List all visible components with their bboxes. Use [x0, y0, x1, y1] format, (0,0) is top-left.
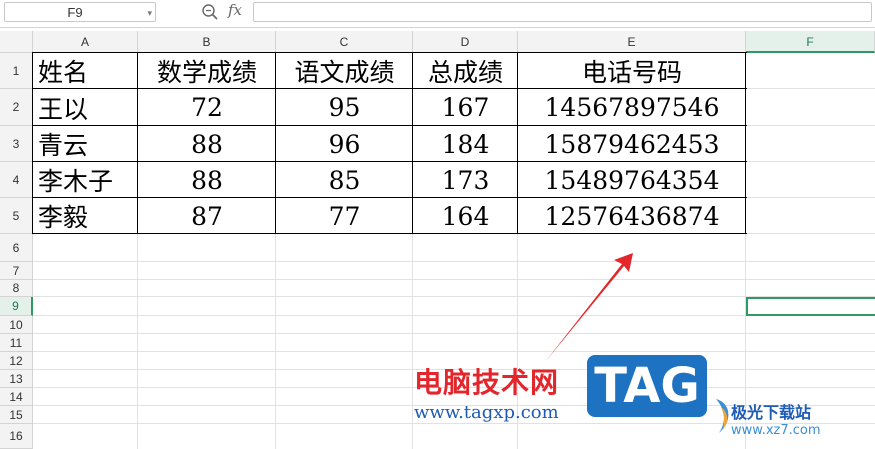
table-cell[interactable]: 95 — [276, 89, 413, 126]
table-cell[interactable]: 184 — [413, 126, 518, 162]
gridline — [33, 333, 875, 334]
row-header-13[interactable]: 13 — [0, 370, 33, 388]
logo-url: www.xz7.com — [731, 423, 821, 438]
table-border — [33, 161, 747, 162]
table-cell[interactable]: 72 — [138, 89, 276, 126]
chevron-down-icon[interactable]: ▾ — [147, 3, 152, 23]
row-header-11[interactable]: 11 — [0, 334, 33, 352]
gridline — [33, 261, 875, 262]
watermark-site-url: www.tagxp.com — [414, 402, 559, 423]
row-header-16[interactable]: 16 — [0, 424, 33, 449]
row-header-14[interactable]: 14 — [0, 388, 33, 406]
row-header-12[interactable]: 12 — [0, 352, 33, 370]
gridline — [33, 351, 875, 352]
row-header-4[interactable]: 4 — [0, 162, 33, 198]
column-header-d[interactable]: D — [413, 31, 518, 53]
select-all-corner[interactable] — [0, 31, 33, 53]
table-cell[interactable]: 王以 — [33, 89, 138, 126]
table-header-cell[interactable]: 语文成绩 — [276, 53, 413, 89]
row-header-3[interactable]: 3 — [0, 126, 33, 162]
row-header-7[interactable]: 7 — [0, 262, 33, 280]
table-cell[interactable]: 164 — [413, 198, 518, 234]
arrow-annotation — [545, 253, 633, 362]
table-cell[interactable]: 15879462453 — [518, 126, 746, 162]
table-border — [32, 52, 33, 234]
table-cell[interactable]: 14567897546 — [518, 89, 746, 126]
table-border — [275, 52, 276, 234]
table-border — [33, 52, 747, 53]
table-cell[interactable]: 李木子 — [33, 162, 138, 198]
row-header-8[interactable]: 8 — [0, 280, 33, 297]
selected-cell[interactable] — [746, 297, 875, 316]
column-header-b[interactable]: B — [138, 31, 276, 53]
tag-badge: TAG — [587, 355, 707, 417]
gridline — [33, 279, 875, 280]
table-border — [745, 52, 746, 234]
formula-input[interactable] — [253, 2, 872, 22]
table-header-cell[interactable]: 数学成绩 — [138, 53, 276, 89]
table-cell[interactable]: 88 — [138, 126, 276, 162]
column-header-f[interactable]: F — [746, 31, 875, 53]
row-header-6[interactable]: 6 — [0, 234, 33, 262]
table-border — [33, 88, 747, 89]
table-cell[interactable]: 15489764354 — [518, 162, 746, 198]
table-cell[interactable]: 96 — [276, 126, 413, 162]
table-border — [137, 52, 138, 234]
table-cell[interactable]: 青云 — [33, 126, 138, 162]
table-cell[interactable]: 85 — [276, 162, 413, 198]
table-cell[interactable]: 77 — [276, 198, 413, 234]
row-header-2[interactable]: 2 — [0, 89, 33, 126]
fx-icon[interactable]: fx — [228, 1, 242, 19]
table-border — [412, 52, 413, 234]
watermark-site-name: 电脑技术网 — [414, 366, 560, 399]
name-box-value: F9 — [67, 5, 83, 20]
table-header-cell[interactable]: 电话号码 — [518, 53, 746, 89]
table-cell[interactable]: 173 — [413, 162, 518, 198]
table-border — [517, 52, 518, 234]
row-header-1[interactable]: 1 — [0, 53, 33, 89]
row-header-15[interactable]: 15 — [0, 406, 33, 424]
table-cell[interactable]: 167 — [413, 89, 518, 126]
logo-name: 极光下载站 — [731, 403, 812, 422]
table-cell[interactable]: 87 — [138, 198, 276, 234]
row-header-10[interactable]: 10 — [0, 316, 33, 334]
column-header-e[interactable]: E — [518, 31, 746, 53]
table-cell[interactable]: 88 — [138, 162, 276, 198]
table-border — [33, 197, 747, 198]
table-border — [33, 125, 747, 126]
table-border — [33, 233, 747, 234]
table-cell[interactable]: 12576436874 — [518, 198, 746, 234]
row-header-5[interactable]: 5 — [0, 198, 33, 234]
zoom-icon[interactable] — [201, 3, 219, 21]
table-cell[interactable]: 李毅 — [33, 198, 138, 234]
table-header-cell[interactable]: 姓名 — [33, 53, 138, 89]
column-header-c[interactable]: C — [276, 31, 413, 53]
name-box[interactable]: F9 ▾ — [4, 2, 156, 22]
column-header-a[interactable]: A — [33, 31, 138, 53]
table-header-cell[interactable]: 总成绩 — [413, 53, 518, 89]
row-header-9[interactable]: 9 — [0, 297, 33, 316]
